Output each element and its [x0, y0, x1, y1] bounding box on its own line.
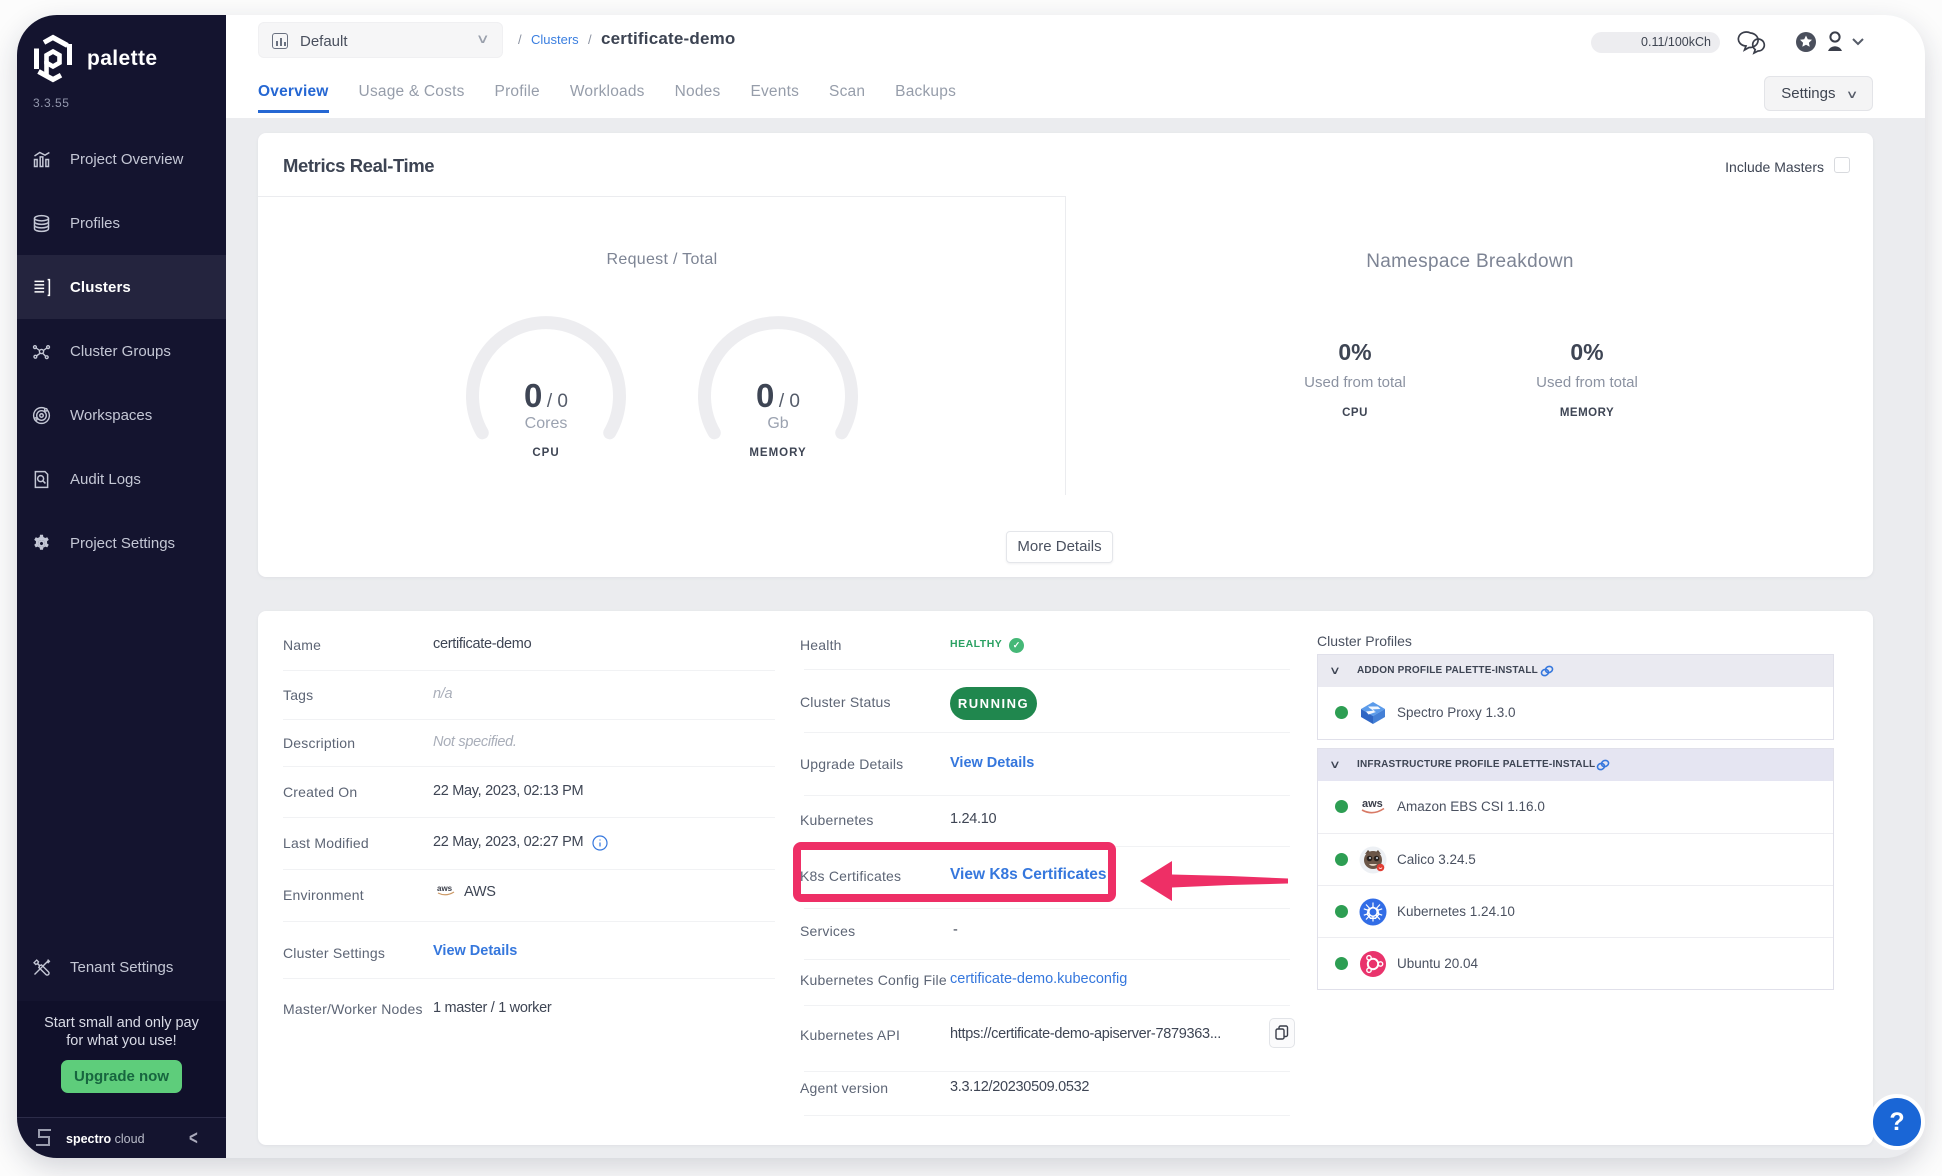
svg-text:aws: aws [1362, 798, 1383, 810]
svg-text:aws: aws [437, 884, 453, 893]
